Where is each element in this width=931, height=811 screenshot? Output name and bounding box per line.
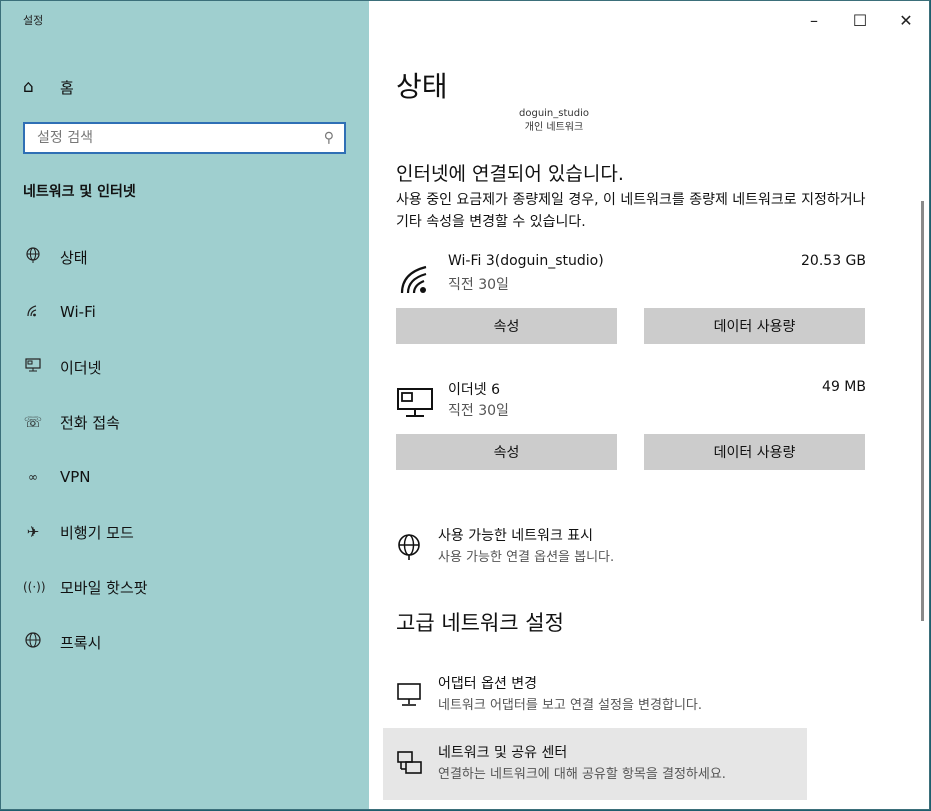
monitor-icon [396, 681, 426, 709]
hotspot-icon: ((·)) [23, 580, 46, 594]
globe-network-icon [396, 533, 426, 561]
connection-wifi: Wi-Fi 3(doguin_studio) 직전 30일 20.53 GB [396, 253, 866, 299]
sidebar-item-label: 모바일 핫스팟 [60, 578, 148, 597]
window-title: 설정 [23, 14, 44, 27]
sharing-icon [396, 750, 426, 778]
search-box[interactable]: ⚲ [23, 122, 346, 154]
sidebar-item-label: Wi-Fi [60, 303, 96, 321]
sidebar-item-label: 전화 접속 [60, 413, 120, 432]
connection-name: Wi-Fi 3(doguin_studio) [448, 253, 604, 269]
close-button[interactable]: ✕ [883, 1, 929, 39]
network-name: doguin_studio [519, 108, 589, 119]
wifi-properties-button[interactable]: 속성 [396, 308, 617, 344]
home-label: 홈 [60, 78, 74, 97]
status-heading: 인터넷에 연결되어 있습니다. [396, 163, 624, 185]
network-type: 개인 네트워크 [524, 122, 584, 133]
adapter-options-link[interactable]: 어댑터 옵션 변경 네트워크 어댑터를 보고 연결 설정을 변경합니다. [396, 673, 796, 721]
connection-period: 직전 30일 [448, 277, 509, 293]
sidebar-item-label: 비행기 모드 [60, 523, 134, 542]
connection-usage: 49 MB [822, 379, 866, 395]
sidebar: 설정 ⌂ 홈 ⚲ 네트워크 및 인터넷 상태 Wi-Fi 이더넷 [1, 1, 369, 809]
link-subtitle: 연결하는 네트워크에 대해 공유할 항목을 결정하세요. [438, 767, 726, 782]
sidebar-item-label: VPN [60, 468, 91, 486]
proxy-icon [23, 632, 43, 652]
settings-window: 설정 ⌂ 홈 ⚲ 네트워크 및 인터넷 상태 Wi-Fi 이더넷 [1, 1, 929, 809]
globe-status-icon [23, 247, 43, 267]
sidebar-item-vpn[interactable]: ∞ VPN [23, 460, 343, 494]
window-controls: – ☐ ✕ [791, 1, 929, 39]
sidebar-item-label: 상태 [60, 248, 88, 267]
show-available-networks-link[interactable]: 사용 가능한 네트워크 표시 사용 가능한 연결 옵션을 봅니다. [396, 525, 796, 573]
page-title: 상태 [396, 70, 448, 103]
sidebar-item-ethernet[interactable]: 이더넷 [23, 350, 343, 384]
link-subtitle: 사용 가능한 연결 옵션을 봅니다. [438, 550, 615, 565]
search-input[interactable] [35, 129, 324, 147]
search-icon: ⚲ [323, 130, 334, 146]
connection-ethernet: 이더넷 6 직전 30일 49 MB [396, 379, 866, 425]
status-description: 사용 중인 요금제가 종량제일 경우, 이 네트워크를 종량제 네트워크로 지정… [396, 192, 866, 230]
wifi-icon [23, 302, 43, 322]
sidebar-item-hotspot[interactable]: ((·)) 모바일 핫스팟 [23, 570, 343, 604]
link-title: 어댑터 옵션 변경 [438, 676, 538, 692]
scrollbar[interactable] [921, 201, 924, 621]
sidebar-item-label: 이더넷 [60, 358, 102, 377]
sidebar-item-wifi[interactable]: Wi-Fi [23, 295, 343, 329]
advanced-settings-heading: 고급 네트워크 설정 [396, 611, 564, 635]
sidebar-item-status[interactable]: 상태 [23, 240, 343, 274]
connection-usage: 20.53 GB [801, 253, 866, 269]
airplane-icon: ✈ [26, 523, 40, 541]
link-subtitle: 네트워크 어댑터를 보고 연결 설정을 변경합니다. [438, 698, 702, 713]
vpn-icon: ∞ [28, 470, 38, 484]
dialup-icon: ☏ [23, 413, 43, 431]
home-icon: ⌂ [23, 77, 34, 97]
minimize-button[interactable]: – [791, 1, 837, 39]
sidebar-item-label: 프록시 [60, 633, 102, 652]
maximize-button[interactable]: ☐ [837, 1, 883, 39]
connection-name: 이더넷 6 [448, 382, 500, 398]
sidebar-item-proxy[interactable]: 프록시 [23, 625, 343, 659]
sidebar-item-dialup[interactable]: ☏ 전화 접속 [23, 405, 343, 439]
section-title: 네트워크 및 인터넷 [23, 184, 136, 200]
link-title: 사용 가능한 네트워크 표시 [438, 528, 594, 544]
wifi-data-usage-button[interactable]: 데이터 사용량 [644, 308, 865, 344]
ethernet-icon [396, 385, 436, 421]
sidebar-item-airplane[interactable]: ✈ 비행기 모드 [23, 515, 343, 549]
home-nav[interactable]: ⌂ 홈 [23, 73, 343, 101]
wifi-icon [396, 259, 436, 295]
main-content: – ☐ ✕ 상태 doguin_studio 개인 네트워크 인터넷에 연결되어… [369, 1, 929, 809]
connection-period: 직전 30일 [448, 403, 509, 419]
ethernet-data-usage-button[interactable]: 데이터 사용량 [644, 434, 865, 470]
ethernet-properties-button[interactable]: 속성 [396, 434, 617, 470]
ethernet-icon [23, 357, 43, 377]
network-info: doguin_studio 개인 네트워크 [519, 107, 589, 135]
link-title: 네트워크 및 공유 센터 [438, 745, 568, 761]
sharing-center-link[interactable]: 네트워크 및 공유 센터 연결하는 네트워크에 대해 공유할 항목을 결정하세요… [396, 742, 796, 790]
